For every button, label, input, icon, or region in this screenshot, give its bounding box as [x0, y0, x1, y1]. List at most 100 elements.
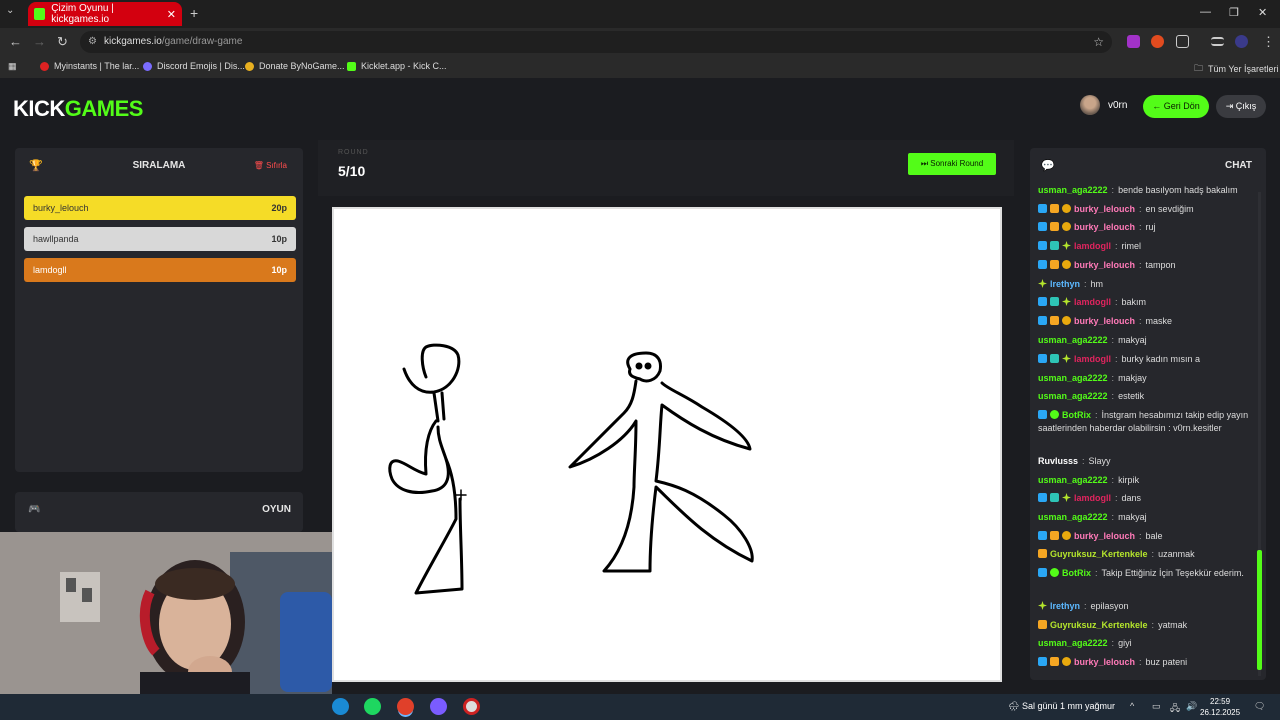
chat-username[interactable]: usman_aga2222	[1038, 373, 1108, 383]
profile-icon[interactable]	[1235, 35, 1248, 48]
chat-username[interactable]: burky_lelouch	[1074, 531, 1135, 541]
chat-username[interactable]: burky_lelouch	[1074, 260, 1135, 270]
tray-chevron-icon[interactable]: ^	[1130, 701, 1134, 711]
badge-icon	[1038, 601, 1047, 610]
forward-arrow-icon[interactable]: →	[33, 34, 46, 49]
back-button[interactable]: ← Geri Dön	[1143, 95, 1209, 118]
chat-username[interactable]: usman_aga2222	[1038, 638, 1108, 648]
chat-username[interactable]: usman_aga2222	[1038, 391, 1108, 401]
chat-username[interactable]: burky_lelouch	[1074, 204, 1135, 214]
reading-list-icon[interactable]	[1211, 37, 1224, 46]
chat-message: BotRix: İnstgram hesabımızı takip edip ya…	[1038, 409, 1254, 435]
network-icon[interactable]: 🖧	[1170, 701, 1180, 717]
badge-icon	[1062, 260, 1071, 269]
chat-username[interactable]: BotRix	[1062, 410, 1091, 420]
minimize-icon[interactable]: —	[1200, 6, 1211, 18]
chrome-icon[interactable]	[397, 698, 414, 715]
close-window-icon[interactable]: ✕	[1258, 6, 1267, 19]
chat-scrollbar-thumb[interactable]	[1257, 550, 1262, 670]
tray-icon[interactable]: ▭	[1152, 701, 1161, 712]
user-profile[interactable]: v0rn	[1080, 95, 1127, 115]
badge-icon	[1062, 297, 1071, 306]
chat-username[interactable]: lrethyn	[1050, 279, 1080, 289]
chat-bubble-icon: 💬	[1041, 160, 1055, 172]
drawing-canvas[interactable]	[332, 207, 1002, 682]
chat-text: estetik	[1118, 391, 1145, 401]
new-tab-icon[interactable]: +	[190, 5, 198, 21]
chat-username[interactable]: Guyruksuz_Kertenkele	[1050, 620, 1148, 630]
chat-message: Ruvlusss: Slayy	[1038, 455, 1254, 468]
chat-separator: :	[1111, 475, 1115, 485]
chat-message: usman_aga2222: makyaj	[1038, 334, 1254, 347]
tab-list-icon[interactable]: ⌄	[6, 5, 14, 16]
chat-username[interactable]: lrethyn	[1050, 601, 1080, 611]
address-bar[interactable]: ⚙ kickgames.io/game/draw-game ☆	[80, 31, 1112, 53]
chat-message: usman_aga2222: bende basılyom hadş bakalı…	[1038, 184, 1254, 197]
site-header: KICKGAMES v0rn ← Geri Dön ⇥ Çıkış	[0, 80, 1280, 134]
badge-icon	[1062, 316, 1071, 325]
next-round-button[interactable]: ⏭ Sonraki Round	[908, 153, 996, 175]
badge-icon	[1050, 316, 1059, 325]
chat-username[interactable]: burky_lelouch	[1074, 222, 1135, 232]
stroke-cursor	[455, 489, 467, 501]
browser-tab[interactable]: Çizim Oyunu | kickgames.io ✕	[28, 2, 182, 26]
chat-separator: :	[1084, 279, 1087, 289]
back-arrow-icon[interactable]: ←	[9, 34, 22, 49]
apps-grid-icon[interactable]: ▦	[8, 61, 17, 72]
bookmark-star-icon[interactable]: ☆	[1093, 31, 1104, 53]
chat-username[interactable]: burky_lelouch	[1074, 316, 1135, 326]
extension-icon[interactable]	[1151, 35, 1164, 48]
chat-username[interactable]: usman_aga2222	[1038, 475, 1108, 485]
badge-icon	[1050, 260, 1059, 269]
bookmark-item[interactable]: Kicklet.app - Kick C...	[347, 61, 447, 71]
chat-separator: :	[1115, 241, 1118, 251]
chat-text: hm	[1090, 279, 1104, 289]
reset-button[interactable]: 🗑 Sıfırla	[254, 161, 287, 170]
edge-icon[interactable]	[332, 698, 349, 715]
discord-icon[interactable]	[430, 698, 447, 715]
badge-icon	[1038, 493, 1047, 502]
chat-username[interactable]: lamdogll	[1074, 493, 1111, 503]
chat-message: burky_lelouch: bale	[1038, 530, 1254, 543]
maximize-icon[interactable]: ❐	[1229, 6, 1239, 19]
chat-message: usman_aga2222: makjay	[1038, 372, 1254, 385]
bookmark-item[interactable]: Myinstants | The lar...	[40, 61, 139, 71]
chat-username[interactable]: usman_aga2222	[1038, 185, 1108, 195]
volume-icon[interactable]: 🔊	[1186, 701, 1197, 712]
spotify-icon[interactable]	[364, 698, 381, 715]
chat-username[interactable]: lamdogll	[1074, 297, 1111, 307]
chat-separator: :	[1111, 373, 1115, 383]
chat-separator: :	[1115, 297, 1118, 307]
extensions-puzzle-icon[interactable]	[1176, 35, 1189, 48]
chat-username[interactable]: usman_aga2222	[1038, 512, 1108, 522]
extension-icon[interactable]	[1127, 35, 1140, 48]
obs-icon[interactable]	[463, 698, 480, 715]
weather-widget[interactable]: 🌧 Sal günü 1 mm yağmur	[1008, 701, 1115, 712]
notifications-icon[interactable]: 🗨	[1254, 701, 1265, 712]
round-label: ROUND	[338, 149, 369, 156]
menu-dots-icon[interactable]: ⋮	[1262, 34, 1275, 50]
chat-username[interactable]: Ruvlusss	[1038, 456, 1078, 466]
chat-message: burky_lelouch: ruj	[1038, 221, 1254, 234]
kickgames-logo[interactable]: KICKGAMES	[13, 96, 143, 122]
bookmark-item[interactable]: Discord Emojis | Dis...	[143, 61, 245, 71]
reload-icon[interactable]: ↻	[57, 34, 68, 50]
exit-button[interactable]: ⇥ Çıkış	[1216, 95, 1266, 118]
chat-username[interactable]: lamdogll	[1074, 354, 1111, 364]
chat-username[interactable]: usman_aga2222	[1038, 335, 1108, 345]
chat-separator: :	[1139, 204, 1142, 214]
chat-username[interactable]: BotRix	[1062, 568, 1091, 578]
chat-username[interactable]: burky_lelouch	[1074, 657, 1135, 667]
chat-message: lrethyn: hm	[1038, 278, 1254, 291]
bookmarks-folder[interactable]: 🗀 Tüm Yer İşaretleri	[1194, 61, 1279, 77]
chat-text: Slayy	[1088, 456, 1111, 466]
clock[interactable]: 22:59 26.12.2025	[1200, 696, 1240, 718]
chat-text: dans	[1121, 493, 1142, 503]
chat-separator: :	[1139, 260, 1142, 270]
close-tab-icon[interactable]: ✕	[167, 8, 176, 21]
chat-username[interactable]: lamdogll	[1074, 241, 1111, 251]
site-info-icon[interactable]: ⚙	[88, 31, 97, 53]
stroke-left-body	[388, 419, 450, 494]
bookmark-item[interactable]: Donate ByNoGame...	[245, 61, 345, 71]
chat-username[interactable]: Guyruksuz_Kertenkele	[1050, 549, 1148, 559]
